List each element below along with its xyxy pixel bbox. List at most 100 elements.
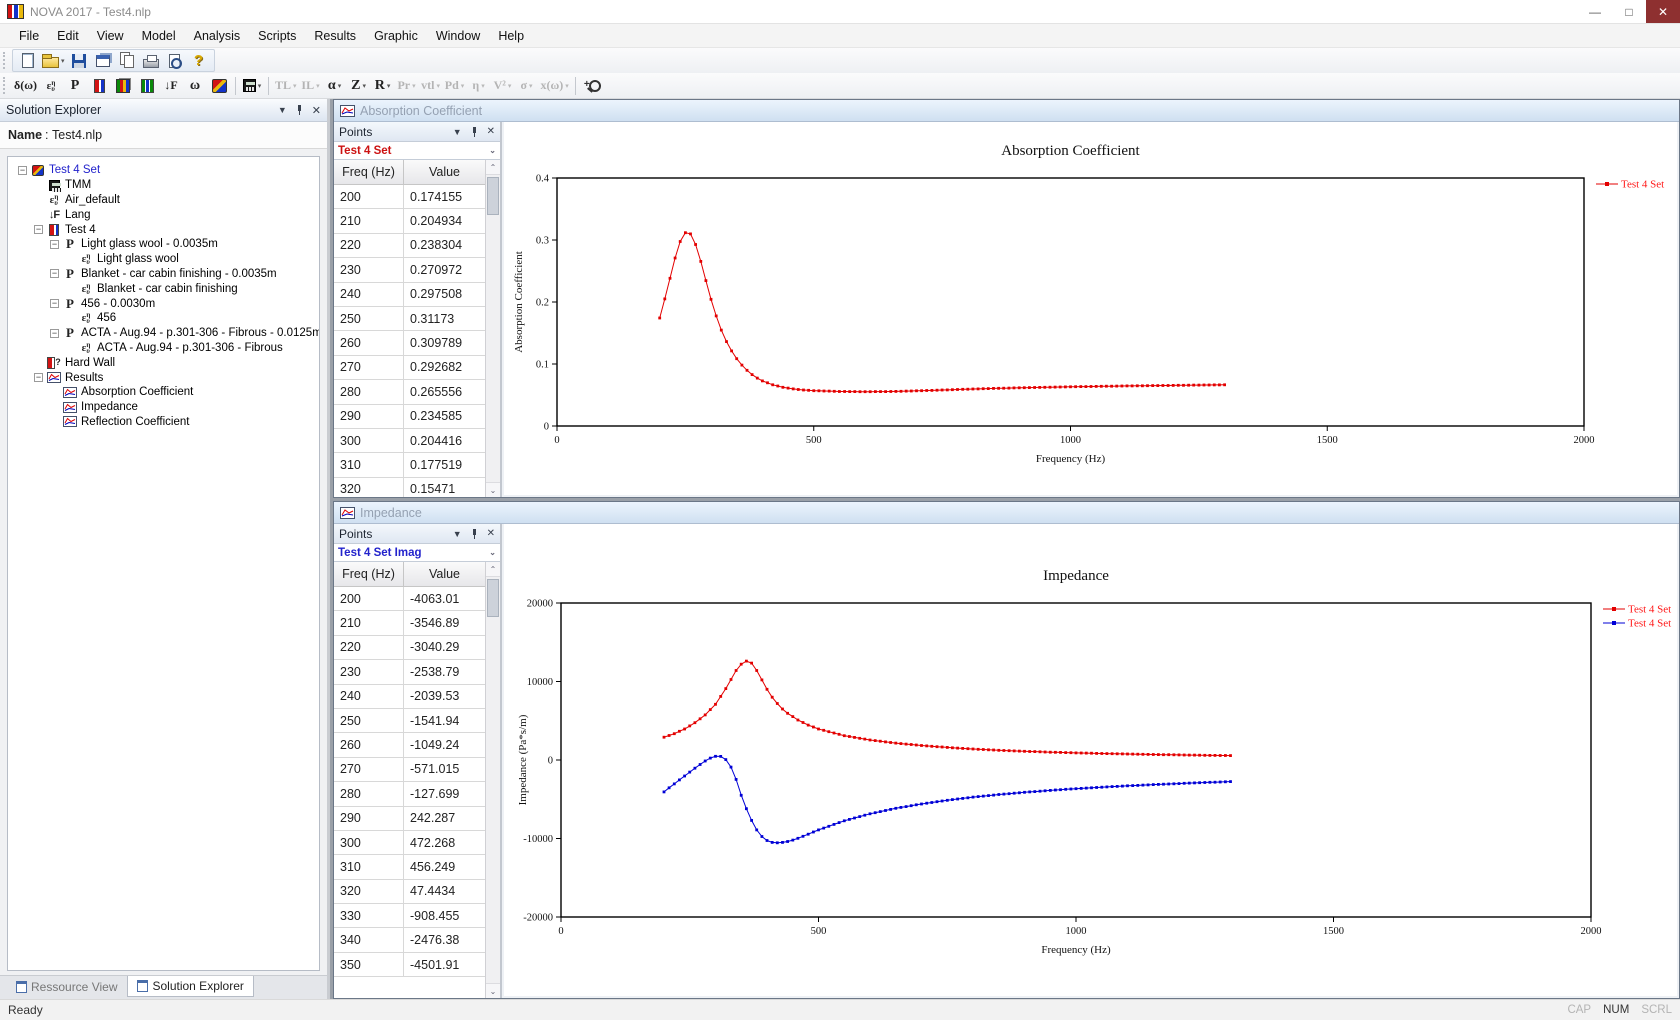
tree-expander[interactable]: − xyxy=(34,225,43,234)
table-row[interactable]: 290 242.287 xyxy=(334,807,485,831)
table-row[interactable]: 210 -3546.89 xyxy=(334,611,485,635)
panel-close-icon[interactable]: ✕ xyxy=(312,104,321,117)
table-row[interactable]: 240 -2039.53 xyxy=(334,685,485,709)
column-header-value[interactable]: Value xyxy=(404,562,485,587)
column-header-freq[interactable]: Freq (Hz) xyxy=(334,160,404,185)
table-row[interactable]: 310 456.249 xyxy=(334,855,485,879)
menu-graphic[interactable]: Graphic xyxy=(365,26,427,46)
z-button[interactable]: Z▾ xyxy=(347,75,371,96)
tree-item[interactable]: εηυ 456 xyxy=(8,311,319,326)
delta-omega-button[interactable]: δ(ω) xyxy=(12,75,39,96)
scroll-down-icon[interactable]: ⌄ xyxy=(486,482,500,497)
table-row[interactable]: 250 0.31173 xyxy=(334,307,485,331)
print-icon[interactable] xyxy=(139,50,163,71)
table-scrollbar[interactable]: ⌃ ⌄ xyxy=(485,160,500,497)
table-scrollbar[interactable]: ⌃ ⌄ xyxy=(485,562,500,998)
tree-item[interactable]: −P Blanket - car cabin finishing - 0.003… xyxy=(8,267,319,282)
maximize-button[interactable]: □ xyxy=(1612,0,1646,23)
table-row[interactable]: 270 0.292682 xyxy=(334,356,485,380)
panel-close-icon[interactable]: ✕ xyxy=(487,528,495,539)
table-row[interactable]: 340 -2476.38 xyxy=(334,928,485,952)
table-row[interactable]: 270 -571.015 xyxy=(334,758,485,782)
table-row[interactable]: 280 0.265556 xyxy=(334,380,485,404)
scroll-thumb[interactable] xyxy=(487,579,499,617)
table-row[interactable]: 260 -1049.24 xyxy=(334,733,485,757)
print-preview-icon[interactable] xyxy=(163,50,187,71)
tree-expander[interactable]: − xyxy=(50,299,59,308)
tree-item[interactable]: ↓F Lang xyxy=(8,207,319,222)
panel-close-icon[interactable]: ✕ xyxy=(487,126,495,137)
table-row[interactable]: 330 -908.455 xyxy=(334,904,485,928)
tree-item[interactable]: − Test 4 Set xyxy=(8,163,319,178)
pr-button[interactable]: Pr▾ xyxy=(395,75,419,96)
table-row[interactable]: 230 0.270972 xyxy=(334,258,485,282)
tree-item[interactable]: εηυ Blanket - car cabin finishing xyxy=(8,281,319,296)
column-header-freq[interactable]: Freq (Hz) xyxy=(334,562,404,587)
eta-button[interactable]: η▾ xyxy=(467,75,491,96)
table-row[interactable]: 300 0.204416 xyxy=(334,429,485,453)
toolbar-grip[interactable] xyxy=(3,52,8,70)
tree-item[interactable]: − Results xyxy=(8,370,319,385)
minimize-button[interactable]: — xyxy=(1578,0,1612,23)
menu-model[interactable]: Model xyxy=(133,26,185,46)
table-row[interactable]: 350 -4501.91 xyxy=(334,953,485,977)
tree-item[interactable]: −P 456 - 0.0030m xyxy=(8,296,319,311)
bars-multi-button[interactable] xyxy=(111,75,135,96)
table-row[interactable]: 240 0.297508 xyxy=(334,283,485,307)
pd-button[interactable]: Pd▾ xyxy=(443,75,467,96)
tree-expander[interactable]: − xyxy=(34,373,43,382)
pin-icon[interactable] xyxy=(470,529,479,539)
panel-menu-icon[interactable]: ▼ xyxy=(453,127,462,137)
tree-item[interactable]: TMM xyxy=(8,178,319,193)
set-cube-button[interactable] xyxy=(207,75,231,96)
vtl-button[interactable]: vtl▾ xyxy=(419,75,443,96)
tab-ressource-view[interactable]: Ressource View xyxy=(6,976,127,998)
table-row[interactable]: 220 -3040.29 xyxy=(334,636,485,660)
tree-item[interactable]: −P ACTA - Aug.94 - p.301-306 - Fibrous -… xyxy=(8,326,319,341)
impedance-window-caption[interactable]: Impedance xyxy=(334,502,1679,524)
tree-item[interactable]: εηυ Air_default xyxy=(8,193,319,208)
bars-red-blue-button[interactable] xyxy=(87,75,111,96)
table-row[interactable]: 320 0.15471 xyxy=(334,478,485,497)
table-row[interactable]: 300 472.268 xyxy=(334,831,485,855)
layer-button[interactable]: P xyxy=(63,75,87,96)
scroll-up-icon[interactable]: ⌃ xyxy=(486,562,500,577)
tree-item[interactable]: εηυ Light glass wool xyxy=(8,252,319,267)
menu-scripts[interactable]: Scripts xyxy=(249,26,305,46)
pin-icon[interactable] xyxy=(295,105,304,115)
tree-item[interactable]: εηυ ACTA - Aug.94 - p.301-306 - Fibrous xyxy=(8,341,319,356)
table-row[interactable]: 200 -4063.01 xyxy=(334,587,485,611)
panel-menu-icon[interactable]: ▼ xyxy=(278,105,287,115)
tree-item[interactable]: Absorption Coefficient xyxy=(8,385,319,400)
panel-menu-icon[interactable]: ▼ xyxy=(453,529,462,539)
dataset-select[interactable]: Test 4 Set ⌄ xyxy=(334,142,500,160)
menu-analysis[interactable]: Analysis xyxy=(185,26,250,46)
bars-green-button[interactable] xyxy=(135,75,159,96)
tree-expander[interactable]: − xyxy=(50,240,59,249)
close-button[interactable]: ✕ xyxy=(1646,0,1680,23)
table-row[interactable]: 250 -1541.94 xyxy=(334,709,485,733)
menu-edit[interactable]: Edit xyxy=(48,26,88,46)
tree-expander[interactable]: − xyxy=(50,329,59,338)
tree-item[interactable]: −P Light glass wool - 0.0035m xyxy=(8,237,319,252)
v2-button[interactable]: V²▾ xyxy=(491,75,515,96)
tree-item[interactable]: − Test 4 xyxy=(8,222,319,237)
table-row[interactable]: 320 47.4434 xyxy=(334,880,485,904)
scroll-down-icon[interactable]: ⌄ xyxy=(486,983,500,998)
menu-view[interactable]: View xyxy=(88,26,133,46)
tree-item[interactable]: ? Hard Wall xyxy=(8,355,319,370)
force-button[interactable]: ↓F xyxy=(159,75,183,96)
column-header-value[interactable]: Value xyxy=(404,160,485,185)
sigma-button[interactable]: σ▾ xyxy=(515,75,539,96)
copy-icon[interactable] xyxy=(115,50,139,71)
tree-item[interactable]: Reflection Coefficient xyxy=(8,415,319,430)
open-folder-icon[interactable]: ▾ xyxy=(40,50,67,71)
table-row[interactable]: 280 -127.699 xyxy=(334,782,485,806)
x-omega-button[interactable]: x(ω)▾ xyxy=(539,75,571,96)
tl-button[interactable]: TL▾ xyxy=(273,75,299,96)
table-row[interactable]: 310 0.177519 xyxy=(334,453,485,477)
material-properties-button[interactable]: εηυ xyxy=(39,75,63,96)
menu-window[interactable]: Window xyxy=(427,26,489,46)
table-row[interactable]: 210 0.204934 xyxy=(334,209,485,233)
tree-expander[interactable]: − xyxy=(18,166,27,175)
